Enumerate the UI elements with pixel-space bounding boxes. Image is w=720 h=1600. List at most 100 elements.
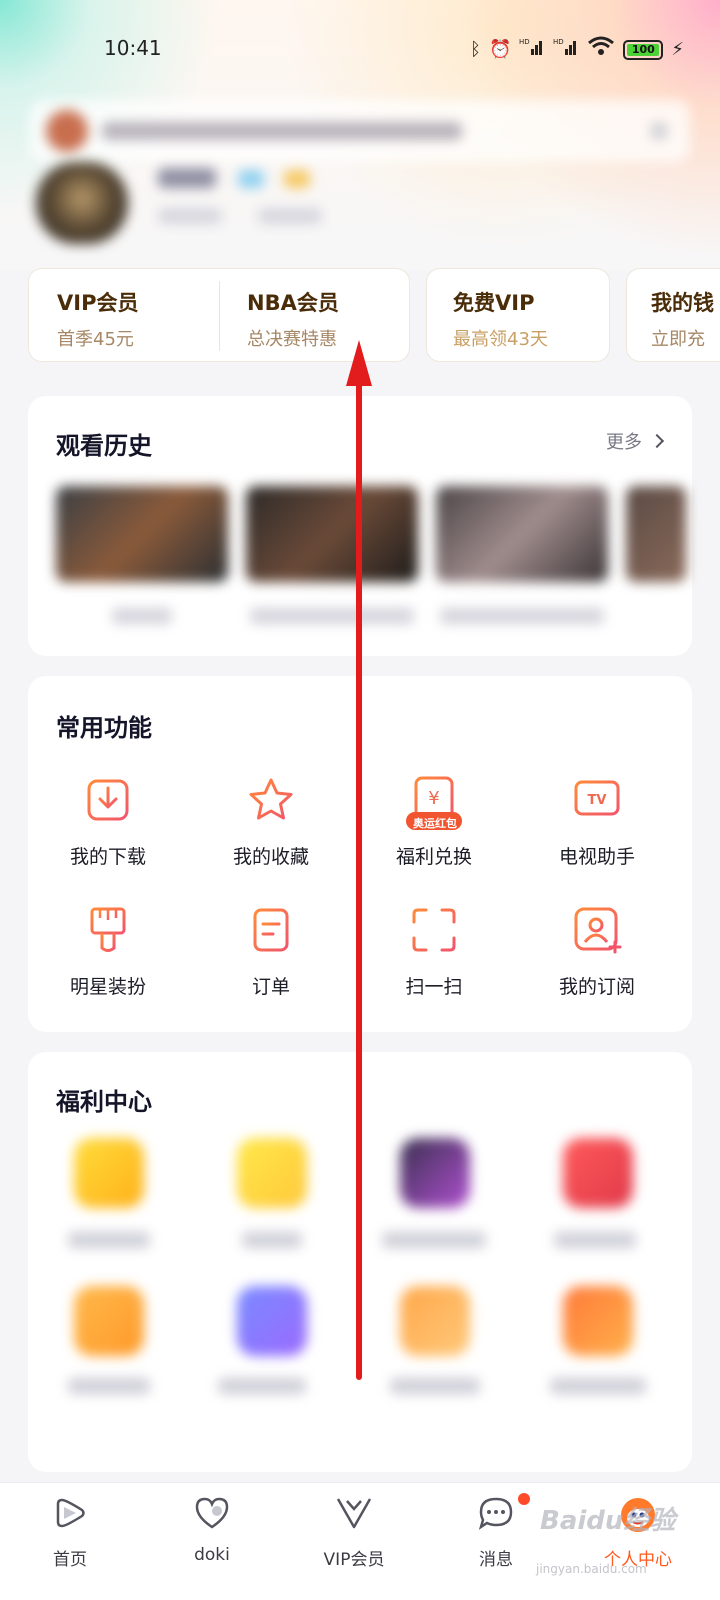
vip-crown-icon: [304, 1495, 404, 1535]
svg-text:TV: TV: [588, 793, 607, 808]
wallet-subtitle: 立即充: [651, 329, 705, 350]
free-vip-card[interactable]: 免费VIP 最高领43天: [426, 268, 610, 362]
swipe-up-arrow-line: [356, 380, 362, 1380]
welfare-item-label: [390, 1378, 480, 1394]
history-thumbnail[interactable]: [436, 486, 608, 582]
avatar[interactable]: [36, 162, 128, 244]
nav-label: doki: [194, 1545, 230, 1565]
notice-bar[interactable]: [30, 100, 690, 162]
wallet-card[interactable]: 我的钱 立即充: [626, 268, 720, 362]
svg-text:¥: ¥: [428, 788, 439, 809]
func-scan[interactable]: 扫一扫: [354, 906, 514, 999]
svg-text:HD: HD: [553, 38, 564, 46]
scan-icon: [410, 906, 458, 954]
func-label: 订单: [251, 976, 290, 998]
welfare-item-label: [242, 1232, 302, 1248]
func-label: 我的收藏: [232, 846, 309, 868]
order-icon: [247, 906, 295, 954]
vip-card-subtitle: 首季45元: [57, 329, 134, 350]
unread-dot: [518, 1493, 530, 1505]
watermark: Baidu经验: [540, 1506, 676, 1536]
free-vip-subtitle: 最高领43天: [453, 329, 548, 350]
status-icons: ᛒ ⏰ HD HD 100 ⚡: [470, 36, 684, 63]
func-welfare-exchange[interactable]: ¥ 奥运红包 福利兑换: [354, 776, 514, 869]
nav-label: 消息: [479, 1550, 513, 1570]
func-label: 明星装扮: [69, 976, 146, 998]
history-caption: [112, 608, 172, 624]
brush-icon: [84, 906, 132, 954]
user-name[interactable]: [158, 168, 216, 188]
func-star-dressup[interactable]: 明星装扮: [28, 906, 188, 999]
welfare-item-icon[interactable]: [237, 1138, 307, 1208]
func-tv-assistant[interactable]: TV 电视助手: [517, 776, 677, 869]
history-thumbnail[interactable]: [246, 486, 418, 582]
functions-title: 常用功能: [56, 714, 152, 742]
download-icon: [84, 776, 132, 824]
svg-text:HD: HD: [519, 38, 530, 46]
welfare-title: 福利中心: [56, 1088, 152, 1116]
nba-card-subtitle: 总决赛特惠: [247, 329, 337, 350]
user-badge: [238, 170, 264, 188]
close-icon[interactable]: [650, 122, 668, 140]
status-time: 10:41: [104, 36, 162, 60]
star-icon: [247, 776, 295, 824]
func-label: 我的下载: [69, 846, 146, 868]
vip-card-title: VIP会员: [57, 291, 139, 315]
signal-icon: HD: [519, 37, 545, 62]
welfare-item-label: [68, 1378, 150, 1394]
welfare-item-label: [382, 1232, 486, 1248]
welfare-item-icon[interactable]: [563, 1286, 633, 1356]
func-download[interactable]: 我的下载: [28, 776, 188, 869]
divider: [219, 281, 220, 351]
home-play-icon: [20, 1495, 120, 1535]
wifi-icon: [587, 36, 615, 63]
chevron-right-icon: [649, 433, 665, 449]
free-vip-title: 免费VIP: [453, 291, 535, 315]
welfare-item-icon[interactable]: [400, 1286, 470, 1356]
welfare-item-icon[interactable]: [237, 1286, 307, 1356]
nav-home[interactable]: 首页: [20, 1495, 120, 1570]
welfare-badge: 奥运红包: [413, 817, 457, 830]
charging-icon: ⚡: [671, 38, 684, 60]
status-bar: 10:41 ᛒ ⏰ HD HD 100 ⚡: [0, 28, 720, 68]
user-badge: [284, 170, 310, 188]
subscribe-icon: [573, 906, 622, 954]
watermark-url: jingyan.baidu.com: [536, 1562, 647, 1576]
func-label: 我的订阅: [558, 976, 635, 998]
func-label: 扫一扫: [405, 976, 463, 998]
welfare-item-icon[interactable]: [563, 1138, 633, 1208]
notice-text: [102, 122, 462, 140]
alarm-icon: ⏰: [488, 38, 512, 60]
message-icon: [446, 1495, 546, 1535]
bluetooth-icon: ᛒ: [470, 38, 481, 60]
swipe-up-arrow-head: [346, 340, 372, 386]
user-stat[interactable]: [158, 208, 222, 224]
func-label: 电视助手: [558, 846, 635, 868]
heart-icon: [162, 1495, 262, 1535]
welfare-item-icon[interactable]: [400, 1138, 470, 1208]
history-thumbnail[interactable]: [626, 486, 686, 582]
func-subscriptions[interactable]: 我的订阅: [517, 906, 677, 999]
welfare-item-icon[interactable]: [74, 1286, 144, 1356]
history-thumbnail[interactable]: [56, 486, 228, 582]
nav-messages[interactable]: 消息: [446, 1495, 546, 1570]
func-orders[interactable]: 订单: [191, 906, 351, 999]
tv-icon: TV: [573, 776, 621, 824]
yen-coupon-icon: ¥ 奥运红包: [406, 776, 462, 830]
signal-icon: HD: [553, 37, 579, 62]
welfare-item-label: [554, 1232, 636, 1248]
nav-vip[interactable]: VIP会员: [304, 1495, 404, 1570]
func-favorites[interactable]: 我的收藏: [191, 776, 351, 869]
battery-level: 100: [631, 43, 655, 56]
welfare-item-icon[interactable]: [74, 1138, 144, 1208]
nav-doki[interactable]: doki: [162, 1495, 262, 1565]
more-link[interactable]: 更多: [606, 428, 665, 454]
notice-avatar: [46, 110, 88, 152]
wallet-title: 我的钱: [651, 291, 714, 315]
welfare-item-label: [550, 1378, 646, 1394]
user-stat[interactable]: [258, 208, 322, 224]
func-label: 福利兑换: [395, 846, 472, 868]
nav-label: 首页: [53, 1550, 87, 1570]
nav-label: VIP会员: [323, 1550, 385, 1570]
history-caption: [250, 608, 414, 624]
